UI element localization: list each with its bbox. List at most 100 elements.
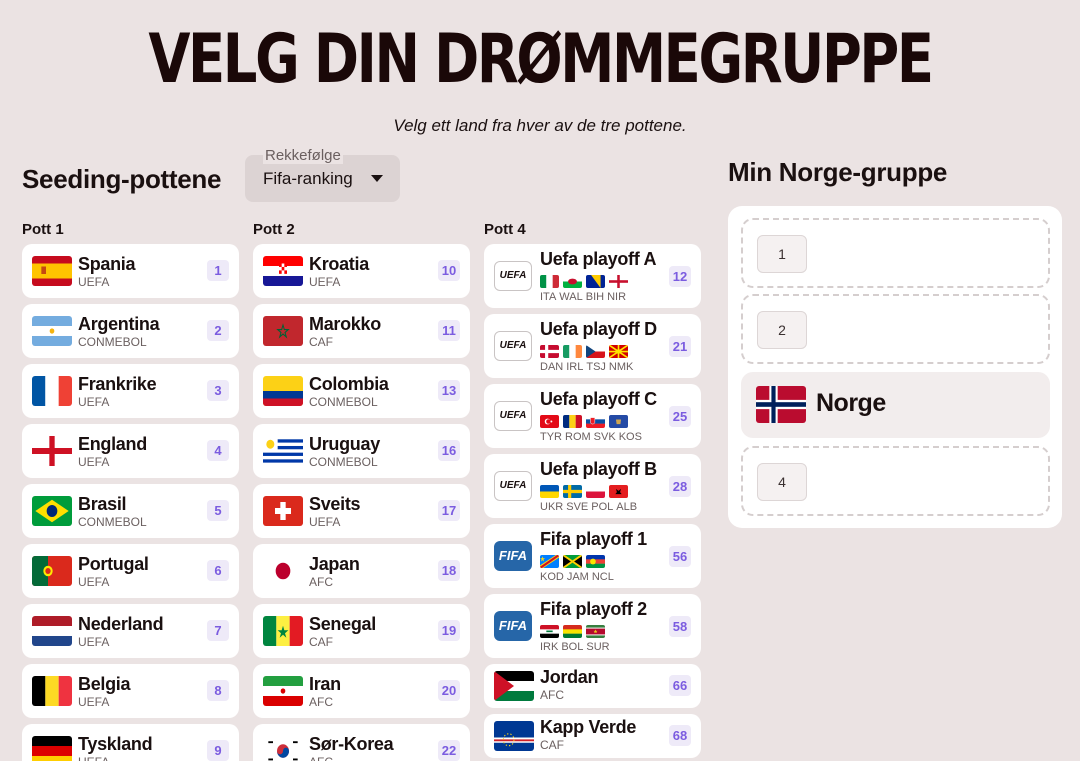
team-card-colombia[interactable]: Colombia CONMEBOL 13 bbox=[253, 364, 470, 418]
team-card-marokko[interactable]: Marokko CAF 11 bbox=[253, 304, 470, 358]
rank-badge: 11 bbox=[438, 320, 460, 341]
fifa-logo-icon: FIFA bbox=[494, 611, 532, 641]
team-name: Sør-Korea bbox=[309, 734, 394, 754]
team-confederation: CONMEBOL bbox=[78, 515, 147, 529]
team-confederation: CAF bbox=[309, 335, 333, 349]
country-code: DAN bbox=[540, 361, 564, 373]
albania-flag-icon bbox=[609, 485, 628, 498]
rank-badge: 12 bbox=[669, 266, 691, 287]
team-name: Belgia bbox=[78, 674, 131, 694]
team-card-iran[interactable]: Iran AFC 20 bbox=[253, 664, 470, 718]
rank-badge: 22 bbox=[438, 740, 460, 761]
netherlands-flag-icon bbox=[32, 616, 72, 646]
country-code: TYR bbox=[540, 431, 562, 443]
team-card-kapp-verde[interactable]: Kapp Verde CAF 68 bbox=[484, 714, 701, 758]
iraq-flag-icon bbox=[540, 625, 559, 638]
team-card-uefa-playoff-c[interactable]: UEFA Uefa playoff C TYR ROM SVK KOS 25 bbox=[484, 384, 701, 448]
page-title: VELG DIN DRØMMEGRUPPE bbox=[148, 20, 934, 99]
team-card-tyskland[interactable]: Tyskland UEFA 9 bbox=[22, 724, 239, 761]
group-slot-empty[interactable]: 4 bbox=[741, 446, 1050, 516]
team-card-uefa-playoff-a[interactable]: UEFA Uefa playoff A ITA WAL BIH NIR 12 bbox=[484, 244, 701, 308]
playoff-flags bbox=[540, 485, 632, 499]
sort-dropdown[interactable]: Rekkefølge Fifa-ranking bbox=[245, 147, 400, 202]
team-confederation: UEFA bbox=[78, 755, 109, 761]
playoff-flags bbox=[540, 415, 632, 429]
rank-badge: 18 bbox=[438, 560, 460, 581]
group-team-name: Norge bbox=[816, 389, 886, 417]
page-subtitle: Velg ett land fra hver av de tre pottene… bbox=[393, 116, 687, 135]
country-code: WAL bbox=[559, 291, 583, 303]
country-code: POL bbox=[591, 501, 614, 513]
group-slot-filled[interactable]: Norge bbox=[741, 372, 1050, 438]
team-confederation: UEFA bbox=[78, 575, 110, 589]
country-code: IRK bbox=[540, 641, 559, 653]
playoff-codes: UKR SVE POL ALB bbox=[540, 501, 640, 513]
team-card-uruguay[interactable]: Uruguay CONMEBOL 16 bbox=[253, 424, 470, 478]
rank-badge: 68 bbox=[669, 725, 691, 746]
playoff-codes: IRK BOL SUR bbox=[540, 641, 613, 653]
italy-flag-icon bbox=[540, 275, 559, 288]
team-name: Argentina bbox=[78, 314, 160, 334]
team-name: Uefa playoff B bbox=[540, 459, 657, 479]
team-card-fifa-playoff-1[interactable]: FIFA Fifa playoff 1 KOD JAM NCL 56 bbox=[484, 524, 701, 588]
team-card-sveits[interactable]: Sveits UEFA 17 bbox=[253, 484, 470, 538]
team-card-japan[interactable]: Japan AFC 18 bbox=[253, 544, 470, 598]
playoff-flags bbox=[540, 625, 609, 639]
suriname-flag-icon bbox=[586, 625, 605, 638]
team-card-frankrike[interactable]: Frankrike UEFA 3 bbox=[22, 364, 239, 418]
team-name: Jordan bbox=[540, 667, 599, 687]
rank-badge: 3 bbox=[207, 380, 229, 401]
team-card-jordan[interactable]: Jordan AFC 66 bbox=[484, 664, 701, 708]
caret-down-icon bbox=[371, 175, 383, 182]
team-card-england[interactable]: England UEFA 4 bbox=[22, 424, 239, 478]
country-code: NCL bbox=[591, 571, 614, 583]
team-name: Iran bbox=[309, 674, 341, 694]
rank-badge: 5 bbox=[207, 500, 229, 521]
team-card-spania[interactable]: Spania UEFA 1 bbox=[22, 244, 239, 298]
country-code: SUR bbox=[586, 641, 610, 653]
playoff-codes: KOD JAM NCL bbox=[540, 571, 617, 583]
team-card-sør-korea[interactable]: Sør-Korea AFC 22 bbox=[253, 724, 470, 761]
team-card-uefa-playoff-d[interactable]: UEFA Uefa playoff D DAN IRL TSJ NMK 21 bbox=[484, 314, 701, 378]
team-card-nederland[interactable]: Nederland UEFA 7 bbox=[22, 604, 239, 658]
team-card-belgia[interactable]: Belgia UEFA 8 bbox=[22, 664, 239, 718]
team-card-kroatia[interactable]: Kroatia UEFA 10 bbox=[253, 244, 470, 298]
group-title: Min Norge-gruppe bbox=[728, 157, 948, 187]
team-confederation: CONMEBOL bbox=[78, 335, 147, 349]
team-card-uefa-playoff-b[interactable]: UEFA Uefa playoff B UKR SVE POL ALB 28 bbox=[484, 454, 701, 518]
rank-badge: 9 bbox=[207, 740, 229, 761]
brazil-flag-icon bbox=[32, 496, 72, 526]
rank-badge: 58 bbox=[669, 616, 691, 637]
uruguay-flag-icon bbox=[263, 436, 303, 466]
korea-flag-icon bbox=[263, 736, 303, 761]
team-card-brasil[interactable]: Brasil CONMEBOL 5 bbox=[22, 484, 239, 538]
seeding-title: Seeding-pottene bbox=[22, 164, 222, 194]
ireland-flag-icon bbox=[563, 345, 582, 358]
rank-badge: 6 bbox=[207, 560, 229, 581]
england-flag-icon bbox=[32, 436, 72, 466]
team-name: England bbox=[78, 434, 147, 454]
team-card-argentina[interactable]: Argentina CONMEBOL 2 bbox=[22, 304, 239, 358]
rank-badge: 25 bbox=[669, 406, 691, 427]
group-slot-empty[interactable]: 1 bbox=[741, 218, 1050, 288]
rank-badge: 16 bbox=[438, 440, 460, 461]
team-confederation: CONMEBOL bbox=[309, 395, 378, 409]
group-slot-empty[interactable]: 2 bbox=[741, 294, 1050, 364]
team-name: Kroatia bbox=[309, 254, 369, 274]
country-code: ROM bbox=[565, 431, 591, 443]
country-code: NMK bbox=[608, 361, 634, 373]
team-card-portugal[interactable]: Portugal UEFA 6 bbox=[22, 544, 239, 598]
team-card-senegal[interactable]: Senegal CAF 19 bbox=[253, 604, 470, 658]
sweden-flag-icon bbox=[563, 485, 582, 498]
team-confederation: AFC bbox=[540, 688, 564, 702]
country-code: KOD bbox=[540, 571, 564, 583]
team-name: Uruguay bbox=[309, 434, 380, 454]
team-confederation: CAF bbox=[540, 738, 564, 752]
team-name: Senegal bbox=[309, 614, 376, 634]
pot-title: Pott 1 bbox=[22, 221, 64, 238]
turkey-flag-icon bbox=[540, 415, 559, 428]
group-panel: 1 2 Norge 4 bbox=[728, 206, 1062, 528]
team-card-fifa-playoff-2[interactable]: FIFA Fifa playoff 2 IRK BOL SUR 58 bbox=[484, 594, 701, 658]
uefa-logo-icon: UEFA bbox=[494, 401, 532, 431]
pot-title: Pott 4 bbox=[484, 221, 526, 238]
